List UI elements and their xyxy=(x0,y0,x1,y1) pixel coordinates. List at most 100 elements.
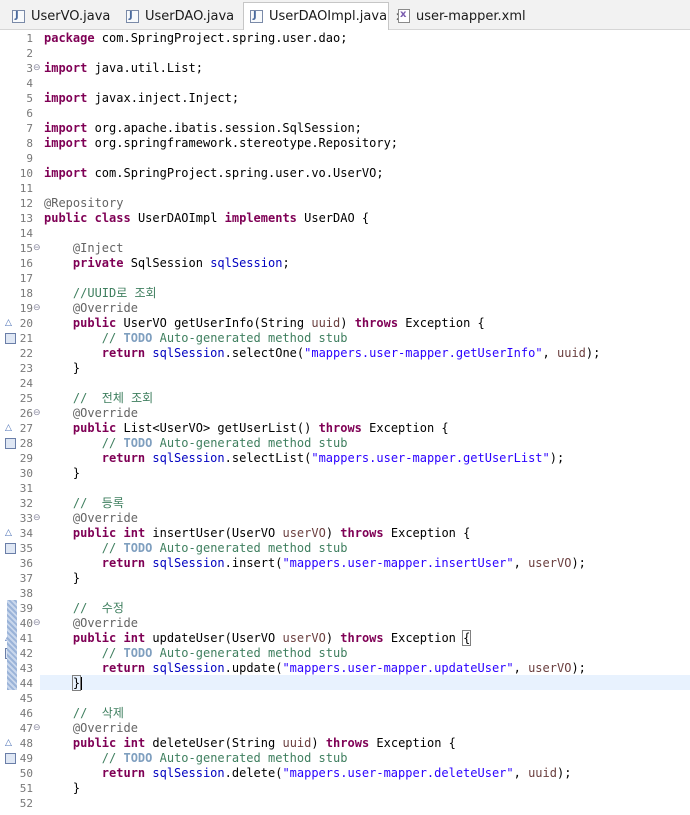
line-number: 2 xyxy=(26,47,33,60)
tab-user-mapper-xml[interactable]: x user-mapper.xml xyxy=(392,3,526,29)
line-number: 15 xyxy=(19,242,33,255)
task-marker-icon[interactable] xyxy=(5,333,16,344)
text-caret xyxy=(81,677,83,690)
matching-bracket: { xyxy=(462,630,472,646)
code-line-33: @Override xyxy=(72,511,138,525)
override-marker-icon[interactable]: △ xyxy=(5,318,12,328)
code-line-5: import javax.inject.Inject; xyxy=(44,91,240,105)
code-line-20: public UserVO getUserInfo(String uuid) t… xyxy=(72,316,485,330)
line-number: 47 xyxy=(19,722,33,735)
tab-label: UserVO.java xyxy=(31,8,111,24)
code-editor[interactable]: 1 2 3 ⊖ 4 5 6 7 8 9 10 11 12 13 14 15 ⊖ 16 17 18 19 ⊖ 20 △ 21 22 2… xyxy=(0,30,690,815)
code-line-3: import java.util.List; xyxy=(44,61,203,75)
fold-toggle-icon[interactable]: ⊖ xyxy=(33,301,41,316)
task-marker-icon[interactable] xyxy=(5,438,16,449)
line-number: 11 xyxy=(19,182,33,195)
code-line-39: // 수정 xyxy=(72,601,124,615)
tab-label: user-mapper.xml xyxy=(416,8,526,24)
change-marker-bar xyxy=(7,600,17,690)
java-file-icon: J xyxy=(126,9,139,23)
editor-tab-bar: J UserVO.java J UserDAO.java J UserDAOIm… xyxy=(0,0,690,30)
fold-toggle-icon[interactable]: ⊖ xyxy=(33,61,41,76)
code-line-10: import com.SpringProject.spring.user.vo.… xyxy=(44,166,384,180)
xml-file-icon: x xyxy=(398,9,410,23)
code-line-15: @Inject xyxy=(72,241,124,255)
code-line-12: @Repository xyxy=(44,196,124,210)
horizontal-scrollbar[interactable] xyxy=(40,806,690,815)
line-number: 32 xyxy=(19,497,33,510)
line-number: 31 xyxy=(19,482,33,495)
line-number: 38 xyxy=(19,587,33,600)
code-line-48: public int deleteUser(String uuid) throw… xyxy=(72,736,456,750)
task-marker-icon[interactable] xyxy=(5,753,16,764)
code-line-8: import org.springframework.stereotype.Re… xyxy=(44,136,399,150)
line-number: 45 xyxy=(19,692,33,705)
code-line-32: // 등록 xyxy=(72,496,124,510)
tab-userdao-java[interactable]: J UserDAO.java xyxy=(120,3,240,29)
line-number: 6 xyxy=(26,107,33,120)
line-number: 12 xyxy=(19,197,33,210)
tab-uservo-java[interactable]: J UserVO.java xyxy=(6,3,116,29)
override-marker-icon[interactable]: △ xyxy=(5,738,12,748)
line-number: 51 xyxy=(19,782,33,795)
fold-toggle-icon[interactable]: ⊖ xyxy=(33,616,41,631)
override-marker-icon[interactable]: △ xyxy=(5,528,12,538)
code-line-46: // 삭제 xyxy=(72,706,124,720)
line-number: 46 xyxy=(19,707,33,720)
tab-label: UserDAOImpl.java xyxy=(269,9,388,24)
line-number: 17 xyxy=(19,272,33,285)
code-line-51: } xyxy=(72,781,81,795)
line-number: 3 xyxy=(26,62,33,75)
code-line-19: @Override xyxy=(72,301,138,315)
line-number: 24 xyxy=(19,377,33,390)
line-number: 23 xyxy=(19,362,33,375)
code-line-44: } xyxy=(71,675,83,691)
java-file-icon: J xyxy=(12,9,25,23)
line-number: 10 xyxy=(19,167,33,180)
line-number: 13 xyxy=(19,212,33,225)
fold-toggle-icon[interactable]: ⊖ xyxy=(33,721,41,736)
code-line-27: public List<UserVO> getUserList() throws… xyxy=(72,421,449,435)
code-line-23: } xyxy=(72,361,81,375)
override-marker-icon[interactable]: △ xyxy=(5,423,12,433)
tab-userdaoimpl-java[interactable]: J UserDAOImpl.java ✕ xyxy=(243,2,405,30)
java-file-icon: J xyxy=(250,10,263,23)
code-line-34: public int insertUser(UserVO userVO) thr… xyxy=(72,526,471,540)
code-line-29: return sqlSession.selectList("mappers.us… xyxy=(101,451,565,465)
code-line-25: // 전체 조회 xyxy=(72,391,154,405)
line-number: 22 xyxy=(19,347,33,360)
code-line-21: // TODO Auto-generated method stub xyxy=(101,331,348,345)
task-marker-icon[interactable] xyxy=(5,543,16,554)
code-line-41: public int updateUser(UserVO userVO) thr… xyxy=(72,630,472,646)
code-line-50: return sqlSession.delete("mappers.user-m… xyxy=(101,766,572,780)
code-line-35: // TODO Auto-generated method stub xyxy=(101,541,348,555)
line-number: 1 xyxy=(26,32,33,45)
code-line-49: // TODO Auto-generated method stub xyxy=(101,751,348,765)
code-line-47: @Override xyxy=(72,721,138,735)
fold-toggle-icon[interactable]: ⊖ xyxy=(33,241,41,256)
code-line-42: // TODO Auto-generated method stub xyxy=(101,646,348,660)
fold-toggle-icon[interactable]: ⊖ xyxy=(33,511,41,526)
code-line-43: return sqlSession.update("mappers.user-m… xyxy=(101,661,586,675)
current-line-highlight xyxy=(40,675,690,690)
code-line-18: //UUID로 조회 xyxy=(72,286,157,300)
line-number: 26 xyxy=(19,407,33,420)
code-line-40: @Override xyxy=(72,616,138,630)
line-number: 16 xyxy=(19,257,33,270)
line-number: 5 xyxy=(26,92,33,105)
line-number: 9 xyxy=(26,152,33,165)
line-number: 18 xyxy=(19,287,33,300)
code-line-26: @Override xyxy=(72,406,138,420)
line-number: 30 xyxy=(19,467,33,480)
code-line-22: return sqlSession.selectOne("mappers.use… xyxy=(101,346,601,360)
line-number: 14 xyxy=(19,227,33,240)
code-line-7: import org.apache.ibatis.session.SqlSess… xyxy=(44,121,362,135)
code-line-28: // TODO Auto-generated method stub xyxy=(101,436,348,450)
line-number: 19 xyxy=(19,302,33,315)
line-number: 50 xyxy=(19,767,33,780)
line-number: 4 xyxy=(26,77,33,90)
fold-toggle-icon[interactable]: ⊖ xyxy=(33,406,41,421)
line-number: 37 xyxy=(19,572,33,585)
code-line-1: package com.SpringProject.spring.user.da… xyxy=(44,31,348,45)
line-number: 52 xyxy=(19,797,33,810)
